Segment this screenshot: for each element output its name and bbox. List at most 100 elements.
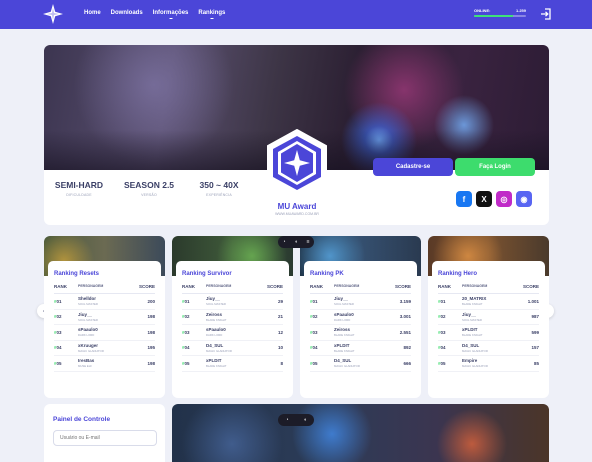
top-navbar: Home Downloads Informações Rankings ONLI… xyxy=(0,0,592,29)
character-name: sPaaulo0 xyxy=(206,327,226,333)
online-progress-bar xyxy=(474,15,526,17)
instagram-icon[interactable]: ◎ xyxy=(496,191,512,207)
character-class: SOUL MASTER xyxy=(78,317,98,322)
video-banner[interactable] xyxy=(172,404,549,462)
nav-link-informacoes[interactable]: Informações xyxy=(152,10,189,19)
character-name: sPaaulo0 xyxy=(334,311,354,317)
discord-icon[interactable]: ◉ xyxy=(516,191,532,207)
facebook-icon[interactable]: f xyxy=(456,191,472,207)
table-row[interactable]: #05 IresBas MUSE ELF 198 xyxy=(54,356,155,372)
table-row[interactable]: #02 Jiuy__ SOUL MASTER 987 xyxy=(438,310,539,325)
hero-title: MU Award xyxy=(277,202,317,211)
stat-label: VERSÃO xyxy=(141,193,157,197)
register-button[interactable]: Cadastre-se xyxy=(373,158,453,176)
table-row[interactable]: #05 Empire MAGIC GLADIATOR 85 xyxy=(438,356,539,372)
character-cell: xKruuger MAGIC GLADIATOR xyxy=(78,343,133,353)
table-row[interactable]: #01 Jiuy__ SOUL MASTER 3.159 xyxy=(310,294,411,310)
character-class: BLADE KNIGHT xyxy=(462,302,483,307)
rank-cell: #03 xyxy=(310,329,318,335)
social-links: f X ◎ ◉ xyxy=(456,191,532,207)
character-cell: xPLDIT BLADE KNIGHT xyxy=(334,343,389,353)
score-cell: 198 xyxy=(147,314,155,320)
x-icon[interactable]: X xyxy=(476,191,492,207)
chat-icon[interactable]: ◔ xyxy=(285,417,288,423)
nav-link-downloads[interactable]: Downloads xyxy=(111,10,143,16)
character-cell: Jiuy__ SOUL MASTER xyxy=(78,312,133,322)
media-toolbar: ◔ ◖ ≡ xyxy=(278,236,314,248)
table-row[interactable]: #03 xPLDIT BLADE KNIGHT 599 xyxy=(438,325,539,341)
character-cell: D4_SUL MAGIC GLADIATOR xyxy=(334,358,389,368)
character-name: xPLDIT xyxy=(462,327,478,333)
table-row[interactable]: #04 D4_SUL MAGIC GLADIATOR 157 xyxy=(438,341,539,356)
table-row[interactable]: #03 sPaaulo0 DARK LORD 198 xyxy=(54,325,155,341)
star-logo-icon[interactable] xyxy=(42,3,64,25)
character-class: SOUL MASTER xyxy=(206,302,226,307)
character-class: SOUL MASTER xyxy=(334,302,354,307)
table-row[interactable]: #04 D4_SUL MAGIC GLADIATOR 10 xyxy=(182,341,283,356)
ranking-table-header: RANK PERSONAGEM SCORE xyxy=(182,284,283,294)
table-row[interactable]: #02 Jiuy__ SOUL MASTER 198 xyxy=(54,310,155,325)
character-cell: Jiuy__ SOUL MASTER xyxy=(462,312,517,322)
character-cell: D4_SUL MAGIC GLADIATOR xyxy=(462,343,517,353)
table-row[interactable]: #02 sPaaulo0 DARK LORD 3.001 xyxy=(310,310,411,325)
stat-label: DIFICULDADE xyxy=(66,193,92,197)
table-row[interactable]: #03 Zeiross BLADE KNIGHT 2.551 xyxy=(310,325,411,341)
col-rank-header: RANK xyxy=(54,284,67,289)
table-row[interactable]: #01 Jiuy__ SOUL MASTER 29 xyxy=(182,294,283,310)
character-class: MAGIC GLADIATOR xyxy=(206,348,232,353)
col-name-header: PERSONAGEM xyxy=(334,284,360,288)
nav-link-rankings[interactable]: Rankings xyxy=(198,10,225,19)
score-cell: 21 xyxy=(277,314,283,320)
score-cell: 3.159 xyxy=(399,298,411,304)
table-row[interactable]: #03 sPaaulo0 DARK LORD 12 xyxy=(182,325,283,341)
menu-icon[interactable]: ≡ xyxy=(307,239,310,245)
character-cell: 20_MATRIX BLADE KNIGHT xyxy=(462,296,517,306)
table-row[interactable]: #05 D4_SUL MAGIC GLADIATOR 666 xyxy=(310,356,411,372)
nav-link-label: Informações xyxy=(152,10,189,16)
score-cell: 3.001 xyxy=(399,314,411,320)
character-class: DARK LORD xyxy=(334,317,351,322)
sound-icon[interactable]: ◖ xyxy=(295,239,298,245)
table-row[interactable]: #04 xPLDIT BLADE KNIGHT 892 xyxy=(310,341,411,356)
chat-icon[interactable]: ◔ xyxy=(283,239,286,245)
ranking-title[interactable]: Ranking Hero xyxy=(438,271,539,277)
ranking-title[interactable]: Ranking Resets xyxy=(54,271,155,277)
ranking-title[interactable]: Ranking Survivor xyxy=(182,271,283,277)
video-toolbar: ◔ ◖ xyxy=(278,414,314,426)
rank-cell: #05 xyxy=(438,360,446,366)
character-class: MAGIC GLADIATOR xyxy=(334,364,360,369)
character-name: Jiuy__ xyxy=(334,296,349,302)
col-score-header: SCORE xyxy=(266,284,283,289)
rank-cell: #03 xyxy=(54,329,62,335)
rank-cell: #02 xyxy=(54,314,62,320)
rank-cell: #05 xyxy=(310,360,318,366)
character-class: BLADE KNIGHT xyxy=(206,317,227,322)
rank-cell: #04 xyxy=(438,345,446,351)
rank-cell: #04 xyxy=(310,345,318,351)
hero-url: WWW.MUAWARD.COM.BR xyxy=(275,212,319,216)
ranking-title[interactable]: Ranking PK xyxy=(310,271,411,277)
col-rank-header: RANK xyxy=(310,284,323,289)
login-button[interactable]: Faça Login xyxy=(455,158,535,176)
character-name: D4_SUL xyxy=(462,342,480,348)
sound-icon[interactable]: ◖ xyxy=(303,417,306,423)
col-name-header: PERSONAGEM xyxy=(206,284,232,288)
rank-cell: #02 xyxy=(438,314,446,320)
character-cell: sPaaulo0 DARK LORD xyxy=(78,327,133,337)
table-row[interactable]: #01 20_MATRIX BLADE KNIGHT 1.001 xyxy=(438,294,539,310)
table-row[interactable]: #01 Shelldor SOUL MASTER 200 xyxy=(54,294,155,310)
table-row[interactable]: #02 Zeiross BLADE KNIGHT 21 xyxy=(182,310,283,325)
character-cell: Jiuy__ SOUL MASTER xyxy=(334,296,389,306)
character-name: Zeiross xyxy=(334,327,351,333)
table-row[interactable]: #05 xPLDIT BLADE KNIGHT 8 xyxy=(182,356,283,372)
score-cell: 85 xyxy=(533,360,539,366)
nav-link-home[interactable]: Home xyxy=(84,10,101,16)
stat-label: EXPERIÊNCIA xyxy=(206,193,232,197)
ranking-panel: Ranking Resets RANK PERSONAGEM SCORE #01 Shel… xyxy=(48,261,161,394)
username-input[interactable] xyxy=(53,430,157,446)
rank-cell: #04 xyxy=(182,345,190,351)
login-icon[interactable] xyxy=(540,8,552,20)
character-class: MAGIC GLADIATOR xyxy=(78,348,104,353)
character-name: xPLDIT xyxy=(206,358,222,364)
table-row[interactable]: #04 xKruuger MAGIC GLADIATOR 195 xyxy=(54,341,155,356)
